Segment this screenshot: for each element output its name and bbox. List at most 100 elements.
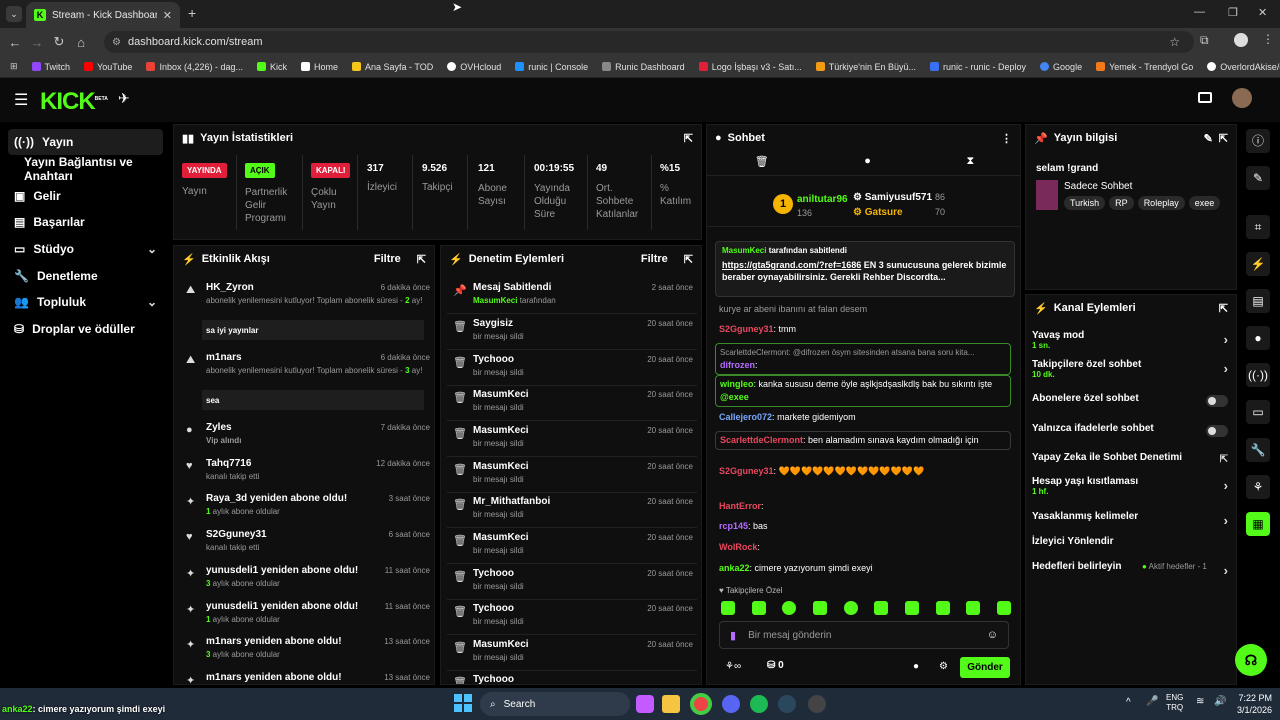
bookmark-runic-deploy[interactable]: runic - runic - Deploy [930,62,1026,72]
bookmark-x-home[interactable]: Home [301,62,338,72]
popout-icon[interactable]: ⇱ [1219,132,1228,145]
tag[interactable]: exee [1188,196,1221,210]
reload-icon[interactable]: ↻ [48,34,70,50]
minimize-icon[interactable]: — [1194,6,1205,18]
kick-logo[interactable]: KICKBETA [40,88,108,116]
moderation-user[interactable]: MasumKeci [473,389,529,400]
moderation-user[interactable]: MasumKeci [473,425,529,436]
new-tab-icon[interactable]: + [188,5,196,21]
action-subscribers-only[interactable]: Abonelere özel sohbet [1032,393,1228,417]
moderation-user[interactable]: MasumKeci [473,639,529,650]
activity-user[interactable]: Raya_3d yeniden abone oldu! [206,493,347,504]
copilot-icon[interactable] [636,695,654,713]
toggle-switch[interactable] [1206,395,1228,407]
sidebar-item-topluluk[interactable]: 👥 Topluluk ⌄ [8,289,163,315]
studio-icon[interactable]: ▭ [1246,400,1270,424]
bookmark-logo-isbasi[interactable]: Logo İşbaşı v3 - Satı... [698,62,802,72]
tag[interactable]: RP [1109,196,1134,210]
moderation-user[interactable]: Tychooo [473,603,514,614]
home-icon[interactable]: ⌂ [70,35,92,50]
chat-menu-icon[interactable]: ⋮ [1001,132,1012,145]
forward-icon[interactable]: → [26,35,48,50]
activity-user[interactable]: Tahq7716 [206,458,251,469]
chat-bubble-icon[interactable]: ● [913,661,919,672]
lightning-icon[interactable]: ⚡ [1246,252,1270,276]
popout-icon[interactable]: ⇱ [684,132,693,145]
bookmark-kick[interactable]: Kick [257,62,287,72]
site-info-icon[interactable]: ⚙ [112,37,121,48]
sidebar-item-studyo[interactable]: ▭ Stüdyo ⌄ [8,236,163,262]
activity-user[interactable]: m1nars yeniden abone oldu! [206,636,342,647]
sidebar-item-yayin[interactable]: ((·)) Yayın [8,129,163,155]
moderation-user[interactable]: Tychooo [473,674,514,684]
action-redirect-viewers[interactable]: İzleyici Yönlendir [1032,536,1228,560]
emote[interactable] [751,601,766,615]
bookmark-runic-dashboard[interactable]: Runic Dashboard [602,62,685,72]
action-emote-only[interactable]: Yalnızca ifadelerle sohbet [1032,423,1228,447]
action-ai-moderation[interactable]: Yapay Zeka ile Sohbet Denetimi ⇱ [1032,452,1228,476]
action-set-goals[interactable]: Hedefleri belirleyin ● Aktif hedefler - 1… [1032,561,1228,585]
leader-first-name[interactable]: aniltutar96 [797,194,848,205]
discord-icon[interactable] [722,695,740,713]
activity-user[interactable]: yunusdeli1 yeniden abone oldu! [206,565,358,576]
moderation-user[interactable]: MasumKeci [473,461,529,472]
action-slow-mode[interactable]: Yavaş mod 1 sn. › [1032,330,1228,354]
send-button[interactable]: Gönder [960,657,1010,678]
emote[interactable] [935,601,950,615]
sidebar-item-droplar[interactable]: ⛁ Droplar ve ödüller [8,316,163,342]
toggle-switch[interactable] [1206,425,1228,437]
browser-menu-icon[interactable]: ⋮ [1262,32,1274,46]
sidebar-item-gelir[interactable]: ▣ Gelir [8,183,163,209]
language-indicator[interactable]: ENG TRQ [1166,693,1183,713]
bookmark-youtube[interactable]: YouTube [84,62,132,72]
points-icon[interactable]: ⚘∞ [725,661,741,672]
activity-user[interactable]: yunusdeli1 yeniden abone oldu! [206,601,358,612]
bookmark-runic-console[interactable]: runic | Console [515,62,588,72]
obs-icon[interactable] [808,695,826,713]
points-display[interactable]: ⛁ 0 [767,660,784,671]
back-icon[interactable]: ← [4,35,26,50]
volume-icon[interactable]: 🔊 [1214,696,1226,707]
profile-icon[interactable] [1234,33,1248,47]
edit-icon[interactable]: ✎ [1204,132,1213,145]
close-tab-icon[interactable]: ✕ [163,9,172,22]
action-account-age[interactable]: Hesap yaşı kısıtlaması 1 hf. › [1032,476,1228,500]
popout-icon[interactable]: ⇱ [684,253,693,266]
emote[interactable] [812,601,827,615]
bookmark-github[interactable]: OverlordAkise/gmo... [1207,62,1280,72]
emote[interactable] [874,601,889,615]
screenshot-icon[interactable]: ⌗ [1246,215,1270,239]
clock[interactable]: 7:22 PM 3/1/2026 [1232,692,1272,716]
sidebar-item-stream-key[interactable]: Yayın Bağlantısı ve Anahtarı [8,155,170,183]
tray-chevron-icon[interactable]: ^ [1126,697,1131,708]
tag[interactable]: Roleplay [1137,196,1185,210]
pin-icon[interactable]: ✈ [118,90,130,107]
emote[interactable] [782,601,797,615]
bookmark-star-icon[interactable]: ☆ [1169,35,1180,49]
extensions-icon[interactable]: ⧉ [1200,33,1209,48]
pinned-message[interactable]: MasumKeci tarafından sabitlendi https://… [715,241,1015,297]
leader-third[interactable]: ⚙ Gatsure [853,207,903,218]
chat-bubble-icon[interactable]: ● [864,155,871,175]
bookmark-inbox[interactable]: Inbox (4,226) - dag... [146,62,243,72]
hourglass-icon[interactable]: ⧗ [966,155,974,175]
chrome-icon[interactable] [690,693,712,715]
bookmark-ovhcloud[interactable]: OVHcloud [447,62,501,72]
moderation-user[interactable]: Tychooo [473,354,514,365]
wallet-icon[interactable] [1198,92,1212,103]
chat-input-field[interactable]: ▮ Bir mesaj gönderin ☺ [719,621,1009,649]
user-avatar[interactable] [1232,88,1252,108]
leader-second[interactable]: ⚙ Samiyusuf571 [853,192,932,203]
restore-icon[interactable]: ❐ [1228,6,1238,19]
spotify-icon[interactable] [750,695,768,713]
activity-user[interactable]: m1nars yeniden abone oldu! [206,672,342,683]
moderation-user[interactable]: MasumKeci [473,532,529,543]
stream-category[interactable]: Sadece Sohbet [1064,181,1132,192]
activity-user[interactable]: S2Gguney31 [206,529,267,540]
activity-user[interactable]: HK_Zyron [206,282,254,293]
community-icon[interactable]: ⚘ [1246,475,1270,499]
moderation-user[interactable]: Mr_Mithatfanboi [473,496,550,507]
bookmark-google[interactable]: Google [1040,62,1082,72]
settings-gear-icon[interactable]: ⚙ [939,661,948,672]
file-explorer-icon[interactable] [662,695,680,713]
